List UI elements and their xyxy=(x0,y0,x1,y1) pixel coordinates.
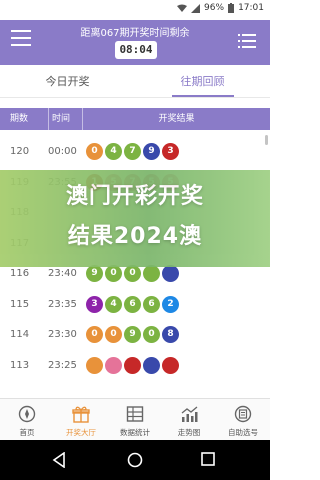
nav-label: 开奖大厅 xyxy=(66,428,96,437)
nav-trend[interactable]: 走势图 xyxy=(162,399,216,441)
result-ball: 6 xyxy=(143,295,160,313)
result-ball: 6 xyxy=(124,295,141,313)
nav-label: 首页 xyxy=(19,428,35,437)
result-ball: 9 xyxy=(124,326,141,343)
tab-bar: 今日开奖 往期回顾 xyxy=(0,65,270,98)
result-ball xyxy=(86,356,103,374)
signal-icon xyxy=(191,3,201,13)
result-ball xyxy=(162,265,179,282)
result-ball: 2 xyxy=(162,295,179,313)
column-time: 时间 xyxy=(48,108,70,130)
countdown-title: 距离067期开奖时间剩余 xyxy=(80,28,190,39)
table-row[interactable]: 114 23:30 0 0 9 0 8 xyxy=(0,323,262,347)
scrollbar[interactable] xyxy=(265,135,268,145)
nav-label: 走势图 xyxy=(177,428,201,437)
table-row[interactable]: 115 23:35 3 4 6 6 2 xyxy=(0,293,262,317)
tab-history[interactable]: 往期回顾 xyxy=(135,65,270,98)
status-bar: 96% 17:01 xyxy=(0,0,270,20)
compass-icon xyxy=(18,405,36,423)
table-row[interactable]: 120 00:00 0 4 7 9 3 xyxy=(0,140,262,164)
bottom-nav: 首页 开奖大厅 数据统计 走势图 自助选号 xyxy=(0,398,270,440)
clock: 17:01 xyxy=(238,3,264,13)
nav-lottery-hall[interactable]: 开奖大厅 xyxy=(54,399,108,441)
tab-today[interactable]: 今日开奖 xyxy=(0,65,135,98)
result-ball xyxy=(143,356,160,374)
table-row[interactable]: 113 23:25 xyxy=(0,354,262,378)
battery-icon xyxy=(228,3,235,13)
result-balls: 900 xyxy=(86,265,179,282)
status-indicators: 96% 17:01 xyxy=(177,3,264,13)
draw-time: 23:35 xyxy=(48,298,77,310)
result-ball: 0 xyxy=(124,265,141,282)
menu-icon[interactable] xyxy=(11,30,33,52)
result-balls: 34662 xyxy=(86,295,179,313)
recents-icon[interactable] xyxy=(201,452,215,466)
result-balls xyxy=(86,356,179,374)
issue-number: 115 xyxy=(10,298,30,310)
column-result: 开奖结果 xyxy=(82,108,270,130)
back-icon[interactable] xyxy=(52,452,66,468)
draw-time: 23:25 xyxy=(48,359,77,371)
wifi-icon xyxy=(177,4,188,12)
result-ball: 3 xyxy=(162,143,179,160)
result-ball: 8 xyxy=(162,326,179,343)
nav-label: 自助选号 xyxy=(228,428,258,437)
result-ball: 7 xyxy=(124,143,141,160)
issue-number: 120 xyxy=(10,146,30,157)
nav-label: 数据统计 xyxy=(120,428,150,437)
app-header: 距离067期开奖时间剩余 08:04 xyxy=(0,20,270,65)
result-ball xyxy=(162,356,179,374)
nav-self-select[interactable]: 自助选号 xyxy=(216,399,270,441)
result-ball xyxy=(143,265,160,282)
issue-number: 113 xyxy=(10,359,30,371)
ticket-icon xyxy=(234,405,252,423)
result-ball xyxy=(105,356,122,374)
home-circle-icon[interactable] xyxy=(127,452,143,468)
result-ball xyxy=(124,356,141,374)
active-tab-indicator xyxy=(172,95,234,97)
banner-line-1: 澳门开彩开奖 xyxy=(65,184,204,209)
result-ball: 9 xyxy=(86,265,103,282)
battery-percent: 96% xyxy=(204,3,225,13)
result-ball: 0 xyxy=(105,326,122,343)
draw-time: 00:00 xyxy=(48,146,77,157)
draw-time: 23:40 xyxy=(48,268,77,279)
issue-number: 114 xyxy=(10,329,30,340)
result-ball: 0 xyxy=(105,265,122,282)
result-balls: 04793 xyxy=(86,143,179,160)
trend-icon xyxy=(181,406,198,422)
promo-banner[interactable]: 澳门开彩开奖 结果2024澳 xyxy=(0,170,270,267)
list-menu-icon[interactable] xyxy=(238,32,258,50)
draw-time: 23:30 xyxy=(48,329,77,340)
result-ball: 4 xyxy=(105,143,122,160)
result-ball: 0 xyxy=(143,326,160,343)
table-header: 期数 时间 开奖结果 xyxy=(0,108,270,130)
column-issue: 期数 xyxy=(10,114,29,124)
result-ball: 9 xyxy=(143,143,160,160)
issue-number: 116 xyxy=(10,268,30,279)
result-balls: 00908 xyxy=(86,326,179,343)
countdown-timer: 08:04 xyxy=(115,41,157,59)
system-nav-bar xyxy=(0,440,270,480)
result-ball: 0 xyxy=(86,326,103,343)
result-ball: 3 xyxy=(86,295,103,313)
gift-icon xyxy=(72,406,90,423)
nav-home[interactable]: 首页 xyxy=(0,399,54,441)
result-ball: 4 xyxy=(105,295,122,313)
chart-table-icon xyxy=(126,406,144,422)
nav-statistics[interactable]: 数据统计 xyxy=(108,399,162,441)
result-ball: 0 xyxy=(86,143,103,160)
banner-line-2: 结果2024澳 xyxy=(67,224,203,249)
